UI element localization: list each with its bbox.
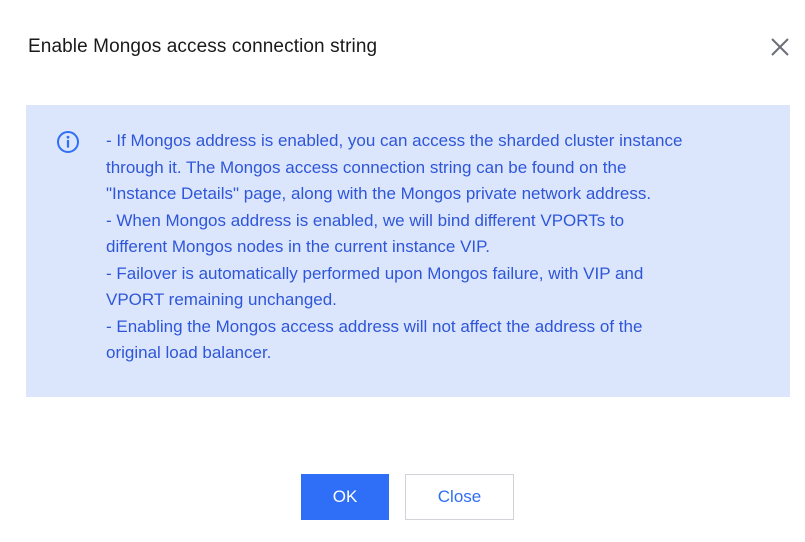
dialog-title: Enable Mongos access connection string bbox=[28, 36, 378, 57]
ok-button[interactable]: OK bbox=[301, 474, 389, 520]
notice-line: - Failover is automatically performed up… bbox=[106, 263, 644, 283]
notice-line: original load balancer. bbox=[106, 343, 272, 362]
info-icon bbox=[56, 130, 80, 154]
info-notice: - If Mongos address is enabled, you can … bbox=[26, 105, 790, 397]
notice-line: "Instance Details" page, along with the … bbox=[106, 184, 652, 203]
close-icon[interactable] bbox=[769, 36, 791, 58]
close-button[interactable]: Close bbox=[405, 474, 514, 520]
notice-line: VPORT remaining unchanged. bbox=[106, 290, 337, 309]
notice-line: - When Mongos address is enabled, we wil… bbox=[106, 210, 625, 230]
notice-text: - If Mongos address is enabled, you can … bbox=[106, 128, 756, 367]
notice-line: - Enabling the Mongos access address wil… bbox=[106, 316, 643, 336]
notice-line: different Mongos nodes in the current in… bbox=[106, 237, 491, 256]
notice-line: - If Mongos address is enabled, you can … bbox=[106, 131, 683, 150]
enable-mongos-dialog: Enable Mongos access connection string -… bbox=[0, 0, 805, 542]
notice-line: through it. The Mongos access connection… bbox=[106, 157, 627, 177]
